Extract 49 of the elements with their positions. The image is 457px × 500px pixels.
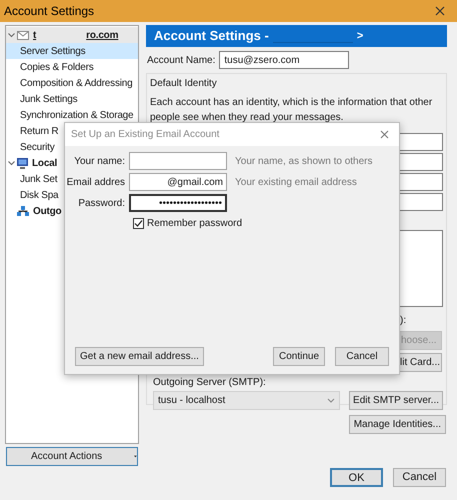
field-label: Email addres	[66, 176, 125, 190]
tree-item[interactable]: Copies & Folders	[6, 59, 138, 75]
field-label: ):	[400, 314, 406, 328]
caret-down-icon	[134, 455, 137, 458]
cancel-button[interactable]: Cancel	[335, 347, 389, 366]
group-legend: Default Identity	[150, 76, 443, 91]
tree-item[interactable]: Local	[32, 156, 58, 170]
dropdown-value: tusu - localhost	[158, 394, 226, 408]
input-field[interactable]: @gmail.com	[129, 173, 227, 191]
network-icon	[17, 206, 29, 216]
header-title: Account Settings -	[154, 27, 269, 46]
close-icon[interactable]	[380, 130, 389, 139]
new-address-button[interactable]: Get a new email address...	[75, 347, 204, 366]
tree-item[interactable]: Outgo	[33, 204, 62, 218]
computer-icon	[17, 158, 28, 168]
edit-card-button[interactable]: lit Card...	[398, 353, 442, 372]
chevron-down-icon	[327, 398, 336, 403]
identity-description: Each account has an identity, which is the information that other people see when they read your messages.	[150, 96, 434, 125]
ok-button[interactable]: OK	[330, 468, 383, 487]
field-label: Account Name:	[147, 54, 216, 68]
input-field[interactable]: ••••••••••••••••••	[129, 194, 227, 212]
tree-item[interactable]: t	[33, 28, 36, 42]
dialog-title: Set Up an Existing Email Account	[71, 128, 220, 142]
tree-item[interactable]: Server Settings	[6, 43, 138, 59]
field-hint: Your existing email address	[235, 176, 357, 190]
chevron-down-icon[interactable]	[8, 160, 15, 166]
tree-item[interactable]: ro.com	[86, 28, 118, 42]
field-hint: Your name, as shown to others	[235, 154, 372, 168]
edit-smtp-button[interactable]: Edit SMTP server...	[349, 391, 443, 410]
tree-item[interactable]: Composition & Addressing	[6, 75, 138, 91]
header-suffix: >	[356, 28, 364, 44]
envelope-icon	[17, 30, 29, 40]
continue-button[interactable]: Continue	[273, 347, 325, 366]
close-icon[interactable]	[435, 6, 445, 16]
field-label: Your name:	[73, 154, 125, 168]
checkbox[interactable]	[133, 218, 144, 229]
checkbox-label: Remember password	[147, 217, 242, 231]
input-field[interactable]	[129, 152, 227, 170]
account-name-field[interactable]: tusu@zsero.com	[219, 51, 350, 69]
cancel-button[interactable]: Cancel	[393, 468, 446, 487]
field-label: Outgoing Server (SMTP):	[153, 376, 267, 390]
smtp-dropdown[interactable]: tusu - localhost	[153, 391, 340, 410]
account-actions-button[interactable]: Account Actions	[6, 447, 138, 466]
chevron-down-icon[interactable]	[8, 32, 15, 38]
window-title: Account Settings	[4, 3, 94, 20]
tree-item[interactable]: Synchronization & Storage	[6, 107, 138, 123]
manage-identities-button[interactable]: Manage Identities...	[348, 415, 446, 434]
tree-item[interactable]: Junk Settings	[6, 91, 138, 107]
field-label: Password:	[77, 196, 125, 210]
